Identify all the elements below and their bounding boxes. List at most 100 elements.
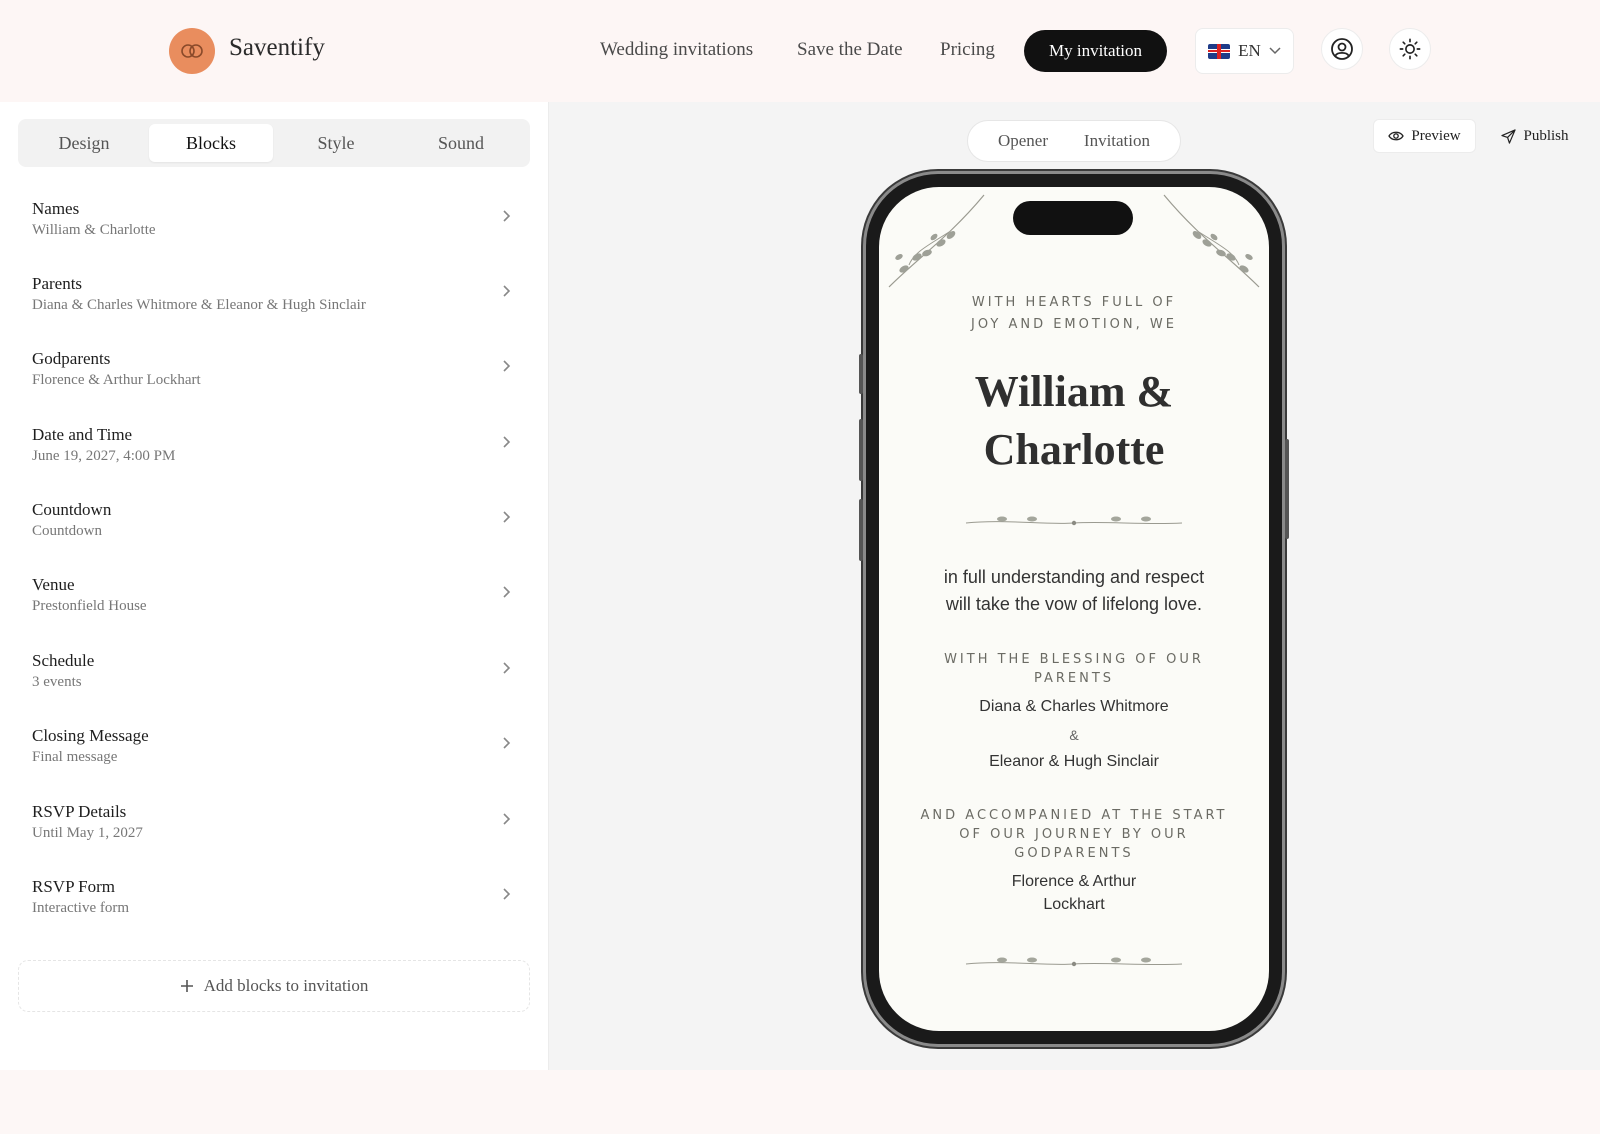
block-subtitle: Until May 1, 2027 xyxy=(32,825,143,841)
block-item-venue[interactable]: Venue Prestonfield House xyxy=(32,575,512,635)
phone-side-button xyxy=(859,499,863,561)
block-item-names[interactable]: Names William & Charlotte xyxy=(32,199,512,259)
tab-design[interactable]: Design xyxy=(22,124,146,162)
chevron-right-icon xyxy=(503,511,511,523)
sun-icon xyxy=(1399,38,1421,60)
page-footer-strip xyxy=(0,1070,1600,1134)
block-title: Countdown xyxy=(32,500,112,519)
publish-label: Publish xyxy=(1523,127,1569,144)
chevron-down-icon xyxy=(1269,47,1281,55)
couple-names-line-1: William & xyxy=(974,367,1174,416)
add-blocks-label: Add blocks to invitation xyxy=(203,976,369,995)
chevron-right-icon xyxy=(503,888,511,900)
divider-ornament-icon xyxy=(965,957,1183,967)
divider-ornament-icon xyxy=(965,516,1183,526)
preview-button[interactable]: Preview xyxy=(1373,119,1476,153)
chevron-right-icon xyxy=(503,436,511,448)
block-title: Names xyxy=(32,199,80,218)
godparents-names-1: Florence & Arthur xyxy=(1011,873,1137,890)
block-title: RSVP Details xyxy=(32,802,127,821)
block-item-schedule[interactable]: Schedule 3 events xyxy=(32,651,512,711)
block-title: Closing Message xyxy=(32,726,149,745)
blessing-line-1: WITH THE BLESSING OF OUR xyxy=(944,652,1204,667)
block-item-countdown[interactable]: Countdown Countdown xyxy=(32,500,512,560)
intro-line-2: JOY AND EMOTION, WE xyxy=(971,317,1177,332)
language-label: EN xyxy=(1238,41,1261,60)
eye-icon xyxy=(1388,131,1405,141)
godparents-line-1: AND ACCOMPANIED AT THE START xyxy=(920,808,1228,823)
add-blocks-button[interactable]: Add blocks to invitation xyxy=(18,960,530,1012)
plus-icon xyxy=(180,980,193,992)
dynamic-island xyxy=(1013,201,1133,235)
preview-area: Opener Invitation Preview Publish WITH H… xyxy=(549,102,1600,1070)
chevron-right-icon xyxy=(503,360,511,372)
nav-save-the-date[interactable]: Save the Date xyxy=(797,39,903,61)
uk-flag-icon xyxy=(1208,43,1231,59)
publish-button[interactable]: Publish xyxy=(1487,119,1583,153)
phone-side-button xyxy=(859,419,863,481)
invitation-screen: WITH HEARTS FULL OF JOY AND EMOTION, WE … xyxy=(879,187,1269,1031)
block-item-rsvp-details[interactable]: RSVP Details Until May 1, 2027 xyxy=(32,802,512,862)
block-subtitle: June 19, 2027, 4:00 PM xyxy=(32,448,176,464)
block-subtitle: Prestonfield House xyxy=(32,598,147,614)
parents-names-1: Diana & Charles Whitmore xyxy=(979,698,1169,715)
godparents-line-3: GODPARENTS xyxy=(1014,846,1134,861)
block-title: Venue xyxy=(32,575,75,594)
editor-sidebar: Design Blocks Style Sound Names William … xyxy=(0,102,549,1070)
block-subtitle: Interactive form xyxy=(32,900,130,916)
phone-side-button xyxy=(1285,439,1289,539)
block-title: Parents xyxy=(32,274,83,293)
account-button[interactable] xyxy=(1321,28,1363,70)
blessing-line-2: PARENTS xyxy=(1033,671,1115,686)
send-icon xyxy=(1501,128,1517,144)
chevron-right-icon xyxy=(503,662,511,674)
user-icon xyxy=(1331,38,1353,60)
block-item-date-and-time[interactable]: Date and Time June 19, 2027, 4:00 PM xyxy=(32,425,512,485)
segment-invitation[interactable]: Invitation xyxy=(1084,131,1150,151)
nav-wedding-invitations[interactable]: Wedding invitations xyxy=(600,39,753,61)
block-subtitle: William & Charlotte xyxy=(32,222,156,238)
block-title: RSVP Form xyxy=(32,877,115,896)
parents-names-2: Eleanor & Hugh Sinclair xyxy=(989,753,1159,770)
chevron-right-icon xyxy=(503,210,511,222)
block-item-godparents[interactable]: Godparents Florence & Arthur Lockhart xyxy=(32,349,512,409)
block-item-rsvp-form[interactable]: RSVP Form Interactive form xyxy=(32,877,512,937)
block-title: Schedule xyxy=(32,651,95,670)
block-subtitle: Final message xyxy=(32,749,118,765)
vow-line-2: will take the vow of lifelong love. xyxy=(945,594,1203,614)
tab-style[interactable]: Style xyxy=(274,124,398,162)
couple-names-line-2: Charlotte xyxy=(983,425,1165,474)
vow-line-1: in full understanding and respect xyxy=(943,567,1205,587)
chevron-right-icon xyxy=(503,737,511,749)
brand-name[interactable]: Saventify xyxy=(229,34,325,62)
chevron-right-icon xyxy=(503,586,511,598)
floral-left-icon xyxy=(888,194,985,288)
intro-line-1: WITH HEARTS FULL OF xyxy=(971,295,1177,310)
floral-right-icon xyxy=(1163,194,1260,288)
block-subtitle: Countdown xyxy=(32,523,103,539)
view-segment-control: Opener Invitation xyxy=(967,120,1181,162)
theme-toggle-button[interactable] xyxy=(1389,28,1431,70)
block-subtitle: 3 events xyxy=(32,674,82,690)
editor-tabs: Design Blocks Style Sound xyxy=(18,119,530,167)
language-select[interactable]: EN xyxy=(1195,28,1294,74)
nav-pricing[interactable]: Pricing xyxy=(940,39,995,61)
tab-sound[interactable]: Sound xyxy=(399,124,523,162)
block-subtitle: Florence & Arthur Lockhart xyxy=(32,372,201,388)
segment-opener[interactable]: Opener xyxy=(998,131,1048,151)
logo-icon[interactable] xyxy=(169,28,215,74)
my-invitation-button[interactable]: My invitation xyxy=(1024,30,1167,72)
phone-mockup: WITH HEARTS FULL OF JOY AND EMOTION, WE … xyxy=(859,174,1289,1044)
chevron-right-icon xyxy=(503,813,511,825)
godparents-names-2: Lockhart xyxy=(1043,896,1105,913)
block-subtitle: Diana & Charles Whitmore & Eleanor & Hug… xyxy=(32,297,366,313)
preview-label: Preview xyxy=(1411,127,1461,144)
chevron-right-icon xyxy=(503,285,511,297)
tab-blocks[interactable]: Blocks xyxy=(149,124,273,162)
top-header: Saventify Wedding invitations Save the D… xyxy=(0,0,1600,102)
block-item-closing-message[interactable]: Closing Message Final message xyxy=(32,726,512,786)
godparents-line-2: OF OUR JOURNEY BY OUR xyxy=(959,827,1189,842)
block-title: Date and Time xyxy=(32,425,133,444)
phone-side-button xyxy=(859,354,863,394)
block-item-parents[interactable]: Parents Diana & Charles Whitmore & Elean… xyxy=(32,274,512,334)
